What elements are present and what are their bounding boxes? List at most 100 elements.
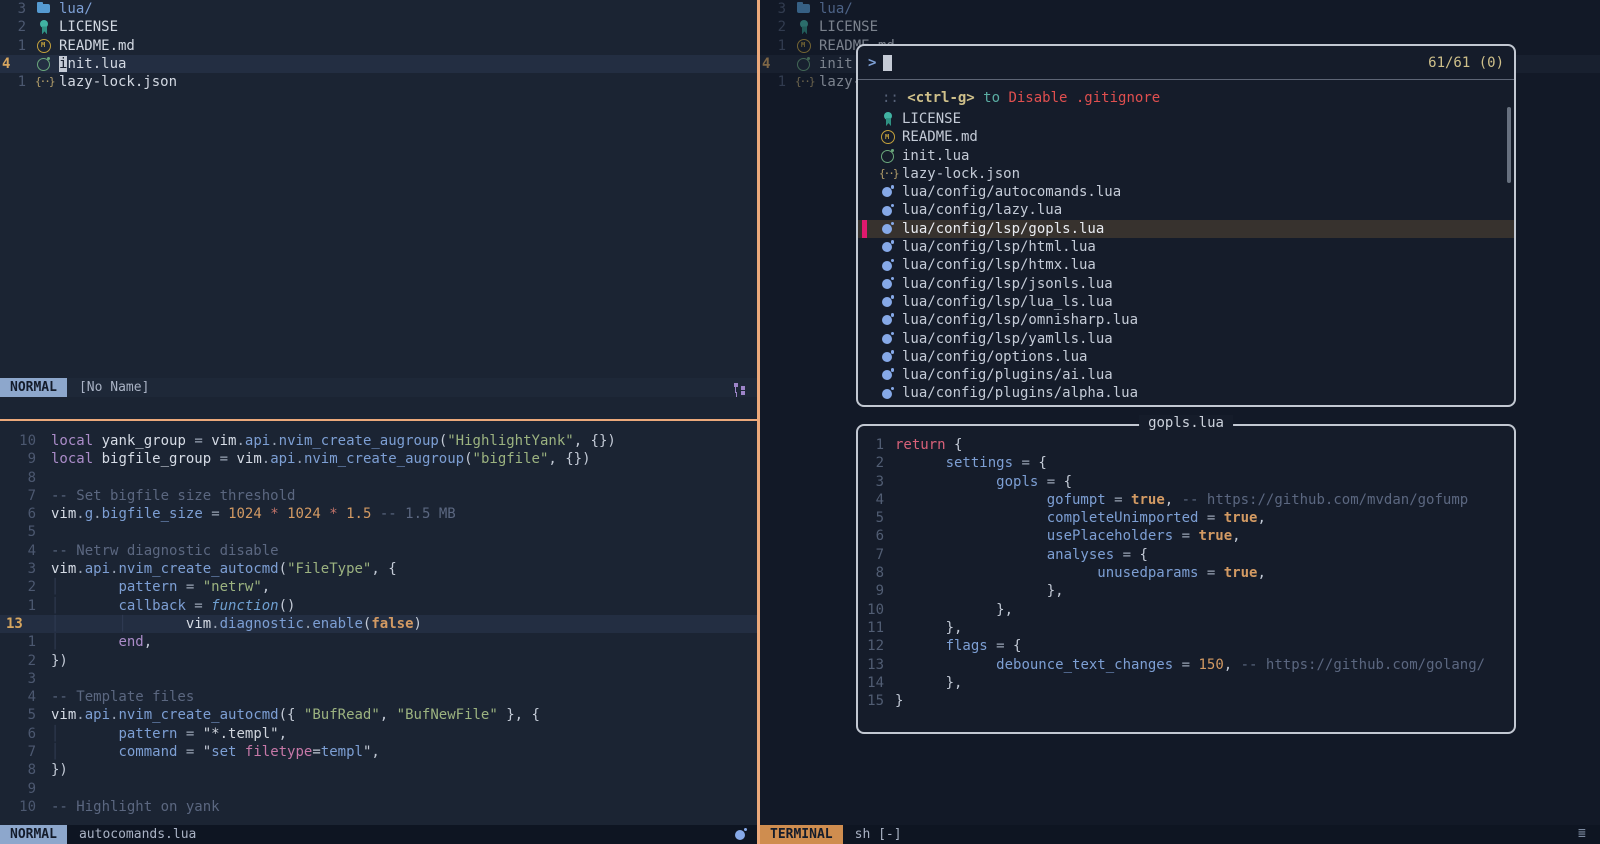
- picker-item[interactable]: init.lua: [858, 147, 1514, 165]
- code-line[interactable]: 8}): [0, 761, 757, 779]
- picker-item[interactable]: lua/config/options.lua: [858, 348, 1514, 366]
- tree-icon: [733, 381, 749, 395]
- picker-item[interactable]: lua/config/lsp/jsonls.lua: [858, 275, 1514, 293]
- token: diagnostic: [220, 616, 304, 632]
- explorer-item[interactable]: 2LICENSE: [760, 18, 1600, 36]
- token: {: [1139, 547, 1147, 563]
- token: {: [1013, 638, 1021, 654]
- license-icon: [36, 20, 52, 34]
- code-line[interactable]: 5vim.api.nvim_create_autocmd({ "BufRead"…: [0, 706, 757, 724]
- token: ,: [1257, 510, 1265, 526]
- selection-marker: [862, 330, 867, 348]
- line-text: -- Set bigfile size threshold: [36, 487, 295, 505]
- code-line[interactable]: 3: [0, 670, 757, 688]
- token: "BufRead": [304, 707, 380, 723]
- line-number: 13: [0, 615, 36, 633]
- code-line[interactable]: 5: [0, 523, 757, 541]
- line-text: usePlaceholders = true,: [884, 527, 1241, 545]
- token: {: [1038, 455, 1046, 471]
- luamoon-icon: [880, 332, 896, 346]
- luamoon-icon: [880, 277, 896, 291]
- code-line[interactable]: 2│ pattern = "netrw",: [0, 578, 757, 596]
- code-line[interactable]: 7│ command = "set filetype=templ",: [0, 743, 757, 761]
- luamoon-icon: [880, 368, 896, 382]
- token: =: [203, 506, 228, 522]
- picker-item[interactable]: lazy-lock.json: [858, 165, 1514, 183]
- token: [93, 433, 101, 449]
- explorer-item[interactable]: 3lua/: [0, 0, 757, 18]
- picker-item[interactable]: lua/config/lsp/gopls.lua: [858, 220, 1514, 238]
- token: completeUnimported: [1047, 510, 1199, 526]
- picker-item[interactable]: lua/config/lsp/html.lua: [858, 238, 1514, 256]
- token: callback: [118, 598, 185, 614]
- token: =: [1173, 657, 1198, 673]
- file-path: lua/config/lsp/html.lua: [902, 238, 1096, 256]
- preview-line: 12 flags = {: [858, 637, 1514, 655]
- code-line[interactable]: 4-- Template files: [0, 688, 757, 706]
- token: -- Netrw diagnostic disable: [51, 543, 279, 559]
- explorer-item[interactable]: 4init.lua: [0, 55, 757, 73]
- code-line[interactable]: 3vim.api.nvim_create_autocmd("FileType",…: [0, 560, 757, 578]
- code-line[interactable]: 10-- Highlight on yank: [0, 798, 757, 816]
- preview-line: 10 },: [858, 601, 1514, 619]
- code-line[interactable]: 1│ end,: [0, 633, 757, 651]
- selection-marker: [862, 183, 867, 201]
- selection-marker: [862, 256, 867, 274]
- code-line[interactable]: 9: [0, 780, 757, 798]
- picker-item[interactable]: lua/config/plugins/alpha.lua: [858, 384, 1514, 402]
- picker-prompt-input[interactable]: > 61/61 (0): [858, 46, 1514, 80]
- code-line[interactable]: 4-- Netrw diagnostic disable: [0, 542, 757, 560]
- picker-item[interactable]: README.md: [858, 128, 1514, 146]
- token: =: [1198, 510, 1223, 526]
- token: vim: [51, 506, 76, 522]
- token: ,: [380, 707, 397, 723]
- token: .: [270, 433, 278, 449]
- explorer-item[interactable]: 1lazy-lock.json: [0, 73, 757, 91]
- token: ,: [144, 634, 152, 650]
- code-line[interactable]: 6│ pattern = "*.templ",: [0, 725, 757, 743]
- picker-item[interactable]: lua/config/lsp/htmx.lua: [858, 256, 1514, 274]
- code-line[interactable]: 8: [0, 469, 757, 487]
- picker-item[interactable]: lua/config/lsp/lua_ls.lua: [858, 293, 1514, 311]
- picker-item[interactable]: lua/config/plugins/ai.lua: [858, 366, 1514, 384]
- explorer-item[interactable]: 2LICENSE: [0, 18, 757, 36]
- line-number: 1: [0, 633, 36, 651]
- file-name: LICENSE: [819, 18, 878, 36]
- picker-item[interactable]: lua/config/lazy.lua: [858, 201, 1514, 219]
- explorer-item[interactable]: 3lua/: [760, 0, 1600, 18]
- token: , {: [371, 561, 396, 577]
- token: =: [186, 598, 211, 614]
- code-line[interactable]: 13│ │ vim.diagnostic.enable(false): [0, 615, 757, 633]
- token: filetype: [245, 744, 312, 760]
- token: [895, 528, 1047, 544]
- code-line[interactable]: 9local bigfile_group = vim.api.nvim_crea…: [0, 450, 757, 468]
- token: -- Template files: [51, 689, 194, 705]
- token: │: [51, 598, 118, 614]
- token: vim: [51, 707, 76, 723]
- token: =: [211, 451, 236, 467]
- picker-item[interactable]: lua/config/lsp/omnisharp.lua: [858, 311, 1514, 329]
- braces-icon: [880, 167, 896, 181]
- picker-item[interactable]: lua/config/lsp/yamlls.lua: [858, 330, 1514, 348]
- picker-item[interactable]: LICENSE: [858, 110, 1514, 128]
- line-text: }: [884, 692, 903, 710]
- picker-item[interactable]: lua/config/autocomands.lua: [858, 183, 1514, 201]
- code-line[interactable]: 2}): [0, 652, 757, 670]
- token: vim: [236, 451, 261, 467]
- statusline-terminal: TERMINAL sh [-]: [760, 825, 1600, 844]
- code-line[interactable]: 1│ callback = function(): [0, 597, 757, 615]
- code-line[interactable]: 10local yank_group = vim.api.nvim_create…: [0, 432, 757, 450]
- token: },: [946, 675, 963, 691]
- picker-scrollbar[interactable]: [1507, 107, 1511, 183]
- code-line[interactable]: 6vim.g.bigfile_size = 1024 * 1024 * 1.5 …: [0, 505, 757, 523]
- token: false: [371, 616, 413, 632]
- file-name: README.md: [59, 37, 135, 55]
- luamoon-icon: [880, 259, 896, 273]
- preview-line: 4 gofumpt = true, -- https://github.com/…: [858, 491, 1514, 509]
- file-path: LICENSE: [902, 110, 961, 128]
- line-text: gopls = {: [884, 473, 1072, 491]
- line-number: 2: [0, 652, 36, 670]
- code-line[interactable]: 7-- Set bigfile size threshold: [0, 487, 757, 505]
- explorer-item[interactable]: 1README.md: [0, 37, 757, 55]
- token: debounce_text_changes: [996, 657, 1173, 673]
